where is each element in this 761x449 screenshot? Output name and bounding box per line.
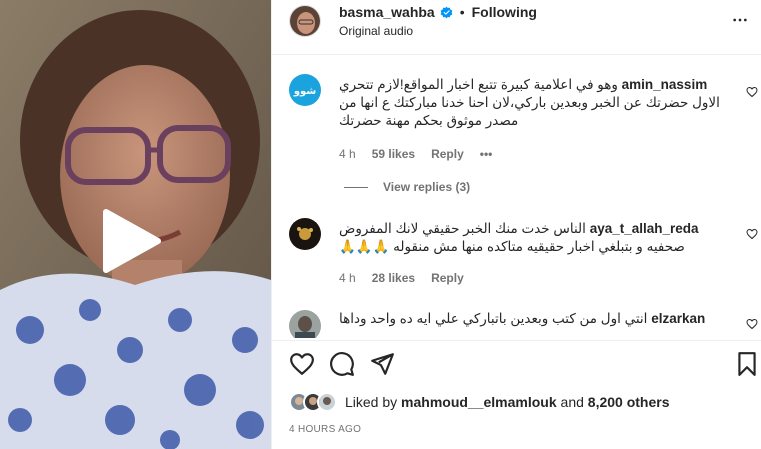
commenter-avatar[interactable]: شوو [289,74,321,106]
comment-like-icon[interactable] [746,228,758,240]
liked-by-prefix: Liked by [345,394,398,410]
view-replies-label: View replies (3) [383,180,471,194]
comment-body: انتي اول من كتب وبعدين باتباركي علي ايه … [339,311,648,326]
author-line: basma_wahba • Following [339,4,537,20]
comments-list[interactable]: شوو amin_nassim وهو في اعلامية كبيرة تتب… [272,56,761,338]
verified-badge-icon [440,6,453,18]
reply-button[interactable]: Reply [431,147,464,161]
audio-label[interactable]: Original audio [339,24,413,38]
share-icon[interactable] [369,351,395,377]
post-header: basma_wahba • Following Original audio [272,0,761,55]
liker-avatars[interactable] [289,391,341,413]
post-actions-bar [272,340,761,385]
play-icon [103,209,161,273]
commenter-avatar[interactable] [289,218,321,250]
commenter-username[interactable]: amin_nassim [622,77,708,92]
comment-meta: 4 h 59 likes Reply ••• [339,147,492,161]
bookmark-icon[interactable] [734,351,760,377]
comment-like-icon[interactable] [746,318,758,330]
author-avatar[interactable] [289,5,321,37]
comment-more-options[interactable]: ••• [480,147,493,161]
likes-summary: Liked by mahmoud__elmamlouk and 8,200 ot… [289,391,670,413]
following-button[interactable]: Following [472,4,537,20]
others-likes-link[interactable]: 8,200 others [588,394,670,410]
author-username[interactable]: basma_wahba [339,4,435,20]
commenter-username[interactable]: aya_t_allah_reda [590,221,699,236]
more-options-icon[interactable] [732,12,748,28]
post-video[interactable] [0,0,271,449]
commenter-avatar[interactable] [289,310,321,338]
heart-icon[interactable] [289,351,315,377]
comment-time: 4 h [339,147,356,161]
comment-text: amin_nassim وهو في اعلامية كبيرة تتبع اخ… [339,76,724,130]
post-timestamp[interactable]: 4 HOURS AGO [289,424,361,435]
comment-like-icon[interactable] [746,86,758,98]
replies-divider [344,186,368,188]
header-separator: • [459,4,465,20]
post-side-panel: basma_wahba • Following Original audio ش… [271,0,761,449]
liker-avatar [317,392,337,412]
comment-meta: 4 h 28 likes Reply [339,271,464,285]
avatar-logo-text: شوو [293,86,316,97]
view-replies-button[interactable]: View replies (3) [344,180,470,194]
liked-by-and: and [560,394,584,410]
comment-likes[interactable]: 59 likes [372,147,415,161]
comment-likes[interactable]: 28 likes [372,271,415,285]
reply-button[interactable]: Reply [431,271,464,285]
commenter-username[interactable]: elzarkan [651,311,705,326]
comment-text: elzarkan انتي اول من كتب وبعدين باتباركي… [339,310,724,328]
comment-icon[interactable] [329,351,355,377]
play-button[interactable] [96,208,162,274]
comment-text: aya_t_allah_reda الناس خدت منك الخبر حقي… [339,220,724,256]
liker-username[interactable]: mahmoud__elmamlouk [401,394,557,410]
comment-time: 4 h [339,271,356,285]
